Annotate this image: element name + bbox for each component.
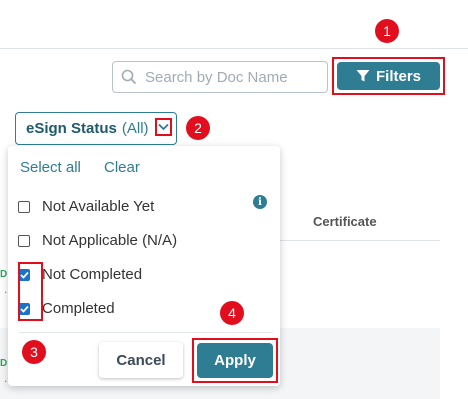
checkbox[interactable] — [18, 234, 30, 247]
option-label: Not Applicable (N/A) — [42, 232, 178, 249]
header-divider — [0, 48, 468, 49]
select-all-link[interactable]: Select all — [20, 159, 81, 176]
chevron-down-icon — [158, 123, 169, 131]
info-icon[interactable]: i — [253, 195, 267, 209]
esign-status-toggle[interactable] — [155, 118, 172, 136]
option-label: Not Completed — [42, 266, 143, 283]
esign-status-filter[interactable]: eSign Status (All) — [15, 112, 177, 145]
clear-link[interactable]: Clear — [104, 159, 140, 176]
apply-button[interactable]: Apply — [197, 343, 273, 378]
option-label: Completed — [42, 300, 115, 317]
search-input[interactable] — [143, 67, 327, 87]
annotation-badge-1: 1 — [375, 19, 399, 43]
annotation-box-checkboxes — [18, 262, 43, 321]
annotation-badge-3: 3 — [22, 340, 46, 364]
esign-status-count: (All) — [121, 120, 149, 137]
funnel-icon — [356, 70, 370, 82]
option-not-available-yet[interactable]: Not Available Yet — [18, 198, 154, 215]
option-label: Not Available Yet — [42, 198, 155, 215]
row-status: D — [0, 269, 8, 280]
annotation-badge-4: 4 — [220, 301, 244, 325]
search-box[interactable] — [112, 61, 328, 93]
search-icon — [121, 69, 137, 85]
dropdown-divider — [19, 332, 273, 333]
option-not-applicable[interactable]: Not Applicable (N/A) — [18, 232, 177, 249]
row-status: D — [0, 358, 8, 369]
certificate-column-header: Certificate — [313, 214, 377, 229]
table-header-divider — [280, 240, 440, 241]
annotation-badge-2: 2 — [186, 116, 210, 140]
filters-button[interactable]: Filters — [337, 62, 440, 90]
cancel-button[interactable]: Cancel — [99, 342, 183, 378]
checkbox[interactable] — [18, 200, 30, 213]
esign-status-label: eSign Status — [26, 120, 117, 137]
filters-label: Filters — [375, 67, 421, 85]
